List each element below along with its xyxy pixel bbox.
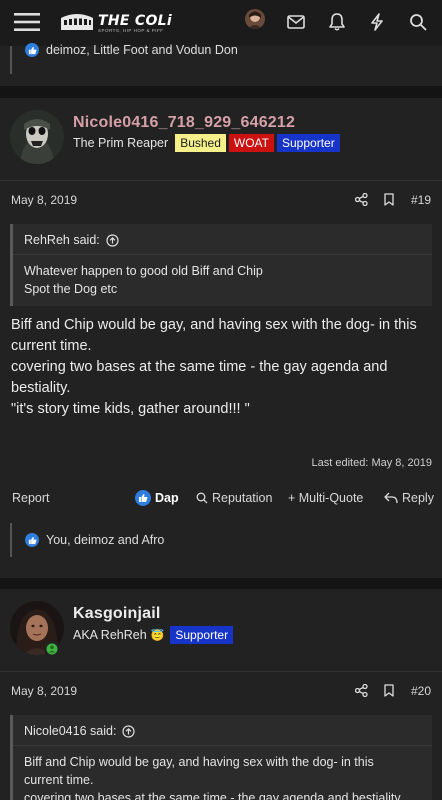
quote-body: Biff and Chip would be gay, and having s… bbox=[24, 753, 403, 800]
share-icon[interactable] bbox=[355, 193, 368, 206]
quote-block: Nicole0416 said: Biff and Chip would be … bbox=[10, 715, 432, 800]
user-title: The Prim Reaper bbox=[73, 136, 169, 150]
like-icon bbox=[135, 490, 151, 506]
post-actions: Report Dap Reputation + Multi-Quote Repl… bbox=[0, 488, 442, 508]
report-link[interactable]: Report bbox=[12, 491, 50, 505]
quote-body: Whatever happen to good old Biff and Chi… bbox=[24, 262, 263, 298]
post-20: Kasgoinjail AKA RehReh 😇 Supporter May 8… bbox=[0, 589, 442, 800]
reply-button[interactable]: Reply bbox=[384, 491, 434, 505]
logo-subtitle: SPORTS, HIP HOP & PIFF bbox=[98, 28, 164, 33]
message-line: "it's story time kids, gather around!!! … bbox=[11, 401, 250, 417]
bookmark-icon[interactable] bbox=[384, 684, 394, 697]
quote-author: Nicole0416 said: bbox=[24, 724, 117, 738]
badge-supporter: Supporter bbox=[277, 134, 340, 152]
username[interactable]: Kasgoinjail bbox=[73, 605, 161, 623]
quote-line: Whatever happen to good old Biff and Chi… bbox=[24, 264, 263, 278]
share-icon[interactable] bbox=[355, 684, 368, 697]
message-line: bestiality. bbox=[11, 380, 71, 396]
reputation-button[interactable]: Reputation bbox=[196, 491, 272, 505]
badge-woat: WOAT bbox=[228, 134, 274, 152]
reaction-list[interactable]: deimoz, Little Foot and Vodun Don bbox=[25, 43, 238, 57]
reply-icon bbox=[384, 492, 398, 504]
user-title-row: The Prim Reaper Bushed WOAT Supporter bbox=[73, 134, 340, 152]
quote-border bbox=[10, 224, 13, 306]
user-title-row: AKA RehReh 😇 Supporter bbox=[73, 626, 234, 644]
quote-line: Biff and Chip would be gay, and having s… bbox=[24, 755, 374, 769]
post-19: Nicole0416_718_929_646212 The Prim Reape… bbox=[0, 98, 442, 578]
bell-icon[interactable] bbox=[322, 7, 352, 37]
halo-emoji: 😇 bbox=[150, 629, 165, 642]
quote-line: Spot the Dog etc bbox=[24, 282, 118, 296]
reputation-label: Reputation bbox=[212, 491, 273, 505]
logo-text: THE COLi bbox=[98, 13, 172, 29]
badge-bushed: Bushed bbox=[175, 134, 226, 152]
reaction-list[interactable]: You, deimoz and Afro bbox=[25, 533, 164, 547]
lightning-icon[interactable] bbox=[362, 7, 392, 37]
site-logo[interactable]: THE COLi SPORTS, HIP HOP & PIFF bbox=[60, 8, 172, 34]
search-icon bbox=[196, 492, 208, 504]
post-message: Biff and Chip would be gay, and having s… bbox=[11, 315, 417, 420]
reaction-border bbox=[10, 523, 12, 557]
quote-border bbox=[10, 715, 13, 800]
quote-divider bbox=[13, 745, 432, 746]
user-title: AKA RehReh bbox=[73, 628, 147, 642]
previous-post-tail: deimoz, Little Foot and Vodun Don bbox=[0, 43, 442, 86]
post-number[interactable]: #20 bbox=[411, 684, 431, 698]
username[interactable]: Nicole0416_718_929_646212 bbox=[73, 114, 295, 132]
dap-label: Dap bbox=[155, 491, 179, 505]
arrow-up-circle-icon bbox=[106, 233, 119, 247]
reply-label: Reply bbox=[402, 491, 434, 505]
post-date[interactable]: May 8, 2019 bbox=[11, 193, 77, 207]
quote-block: RehReh said: Whatever happen to good old… bbox=[10, 224, 432, 306]
quote-line: covering two bases at the same time - th… bbox=[24, 791, 404, 800]
reaction-border bbox=[10, 46, 12, 74]
avatar[interactable] bbox=[10, 110, 64, 164]
avatar[interactable] bbox=[245, 9, 265, 29]
like-icon bbox=[25, 43, 39, 57]
online-status-icon bbox=[44, 641, 60, 657]
message-line: covering two bases at the same time - th… bbox=[11, 359, 388, 375]
like-icon bbox=[25, 533, 39, 547]
quote-header[interactable]: Nicole0416 said: bbox=[24, 724, 136, 738]
badge-supporter: Supporter bbox=[170, 626, 234, 644]
multi-quote-button[interactable]: + Multi-Quote bbox=[288, 491, 363, 505]
arrow-up-circle-icon bbox=[122, 724, 136, 738]
divider bbox=[0, 671, 442, 672]
divider bbox=[0, 180, 442, 181]
quote-line: current time. bbox=[24, 773, 94, 787]
bookmark-icon[interactable] bbox=[384, 193, 394, 206]
quote-author: RehReh said: bbox=[24, 233, 100, 247]
message-line: Biff and Chip would be gay, and having s… bbox=[11, 317, 417, 333]
message-line: current time. bbox=[11, 338, 92, 354]
reaction-names: You, deimoz and Afro bbox=[46, 533, 165, 547]
last-edited: Last edited: May 8, 2019 bbox=[311, 457, 432, 469]
menu-icon[interactable] bbox=[12, 7, 42, 37]
mail-icon[interactable] bbox=[281, 7, 311, 37]
search-icon[interactable] bbox=[403, 7, 433, 37]
post-date[interactable]: May 8, 2019 bbox=[11, 684, 77, 698]
quote-divider bbox=[13, 254, 432, 255]
post-number[interactable]: #19 bbox=[411, 193, 431, 207]
dap-button[interactable]: Dap bbox=[135, 490, 179, 506]
quote-header[interactable]: RehReh said: bbox=[24, 233, 119, 247]
colosseum-icon bbox=[61, 14, 93, 30]
reaction-names: deimoz, Little Foot and Vodun Don bbox=[46, 43, 238, 57]
top-navigation-bar: THE COLi SPORTS, HIP HOP & PIFF bbox=[0, 0, 442, 46]
